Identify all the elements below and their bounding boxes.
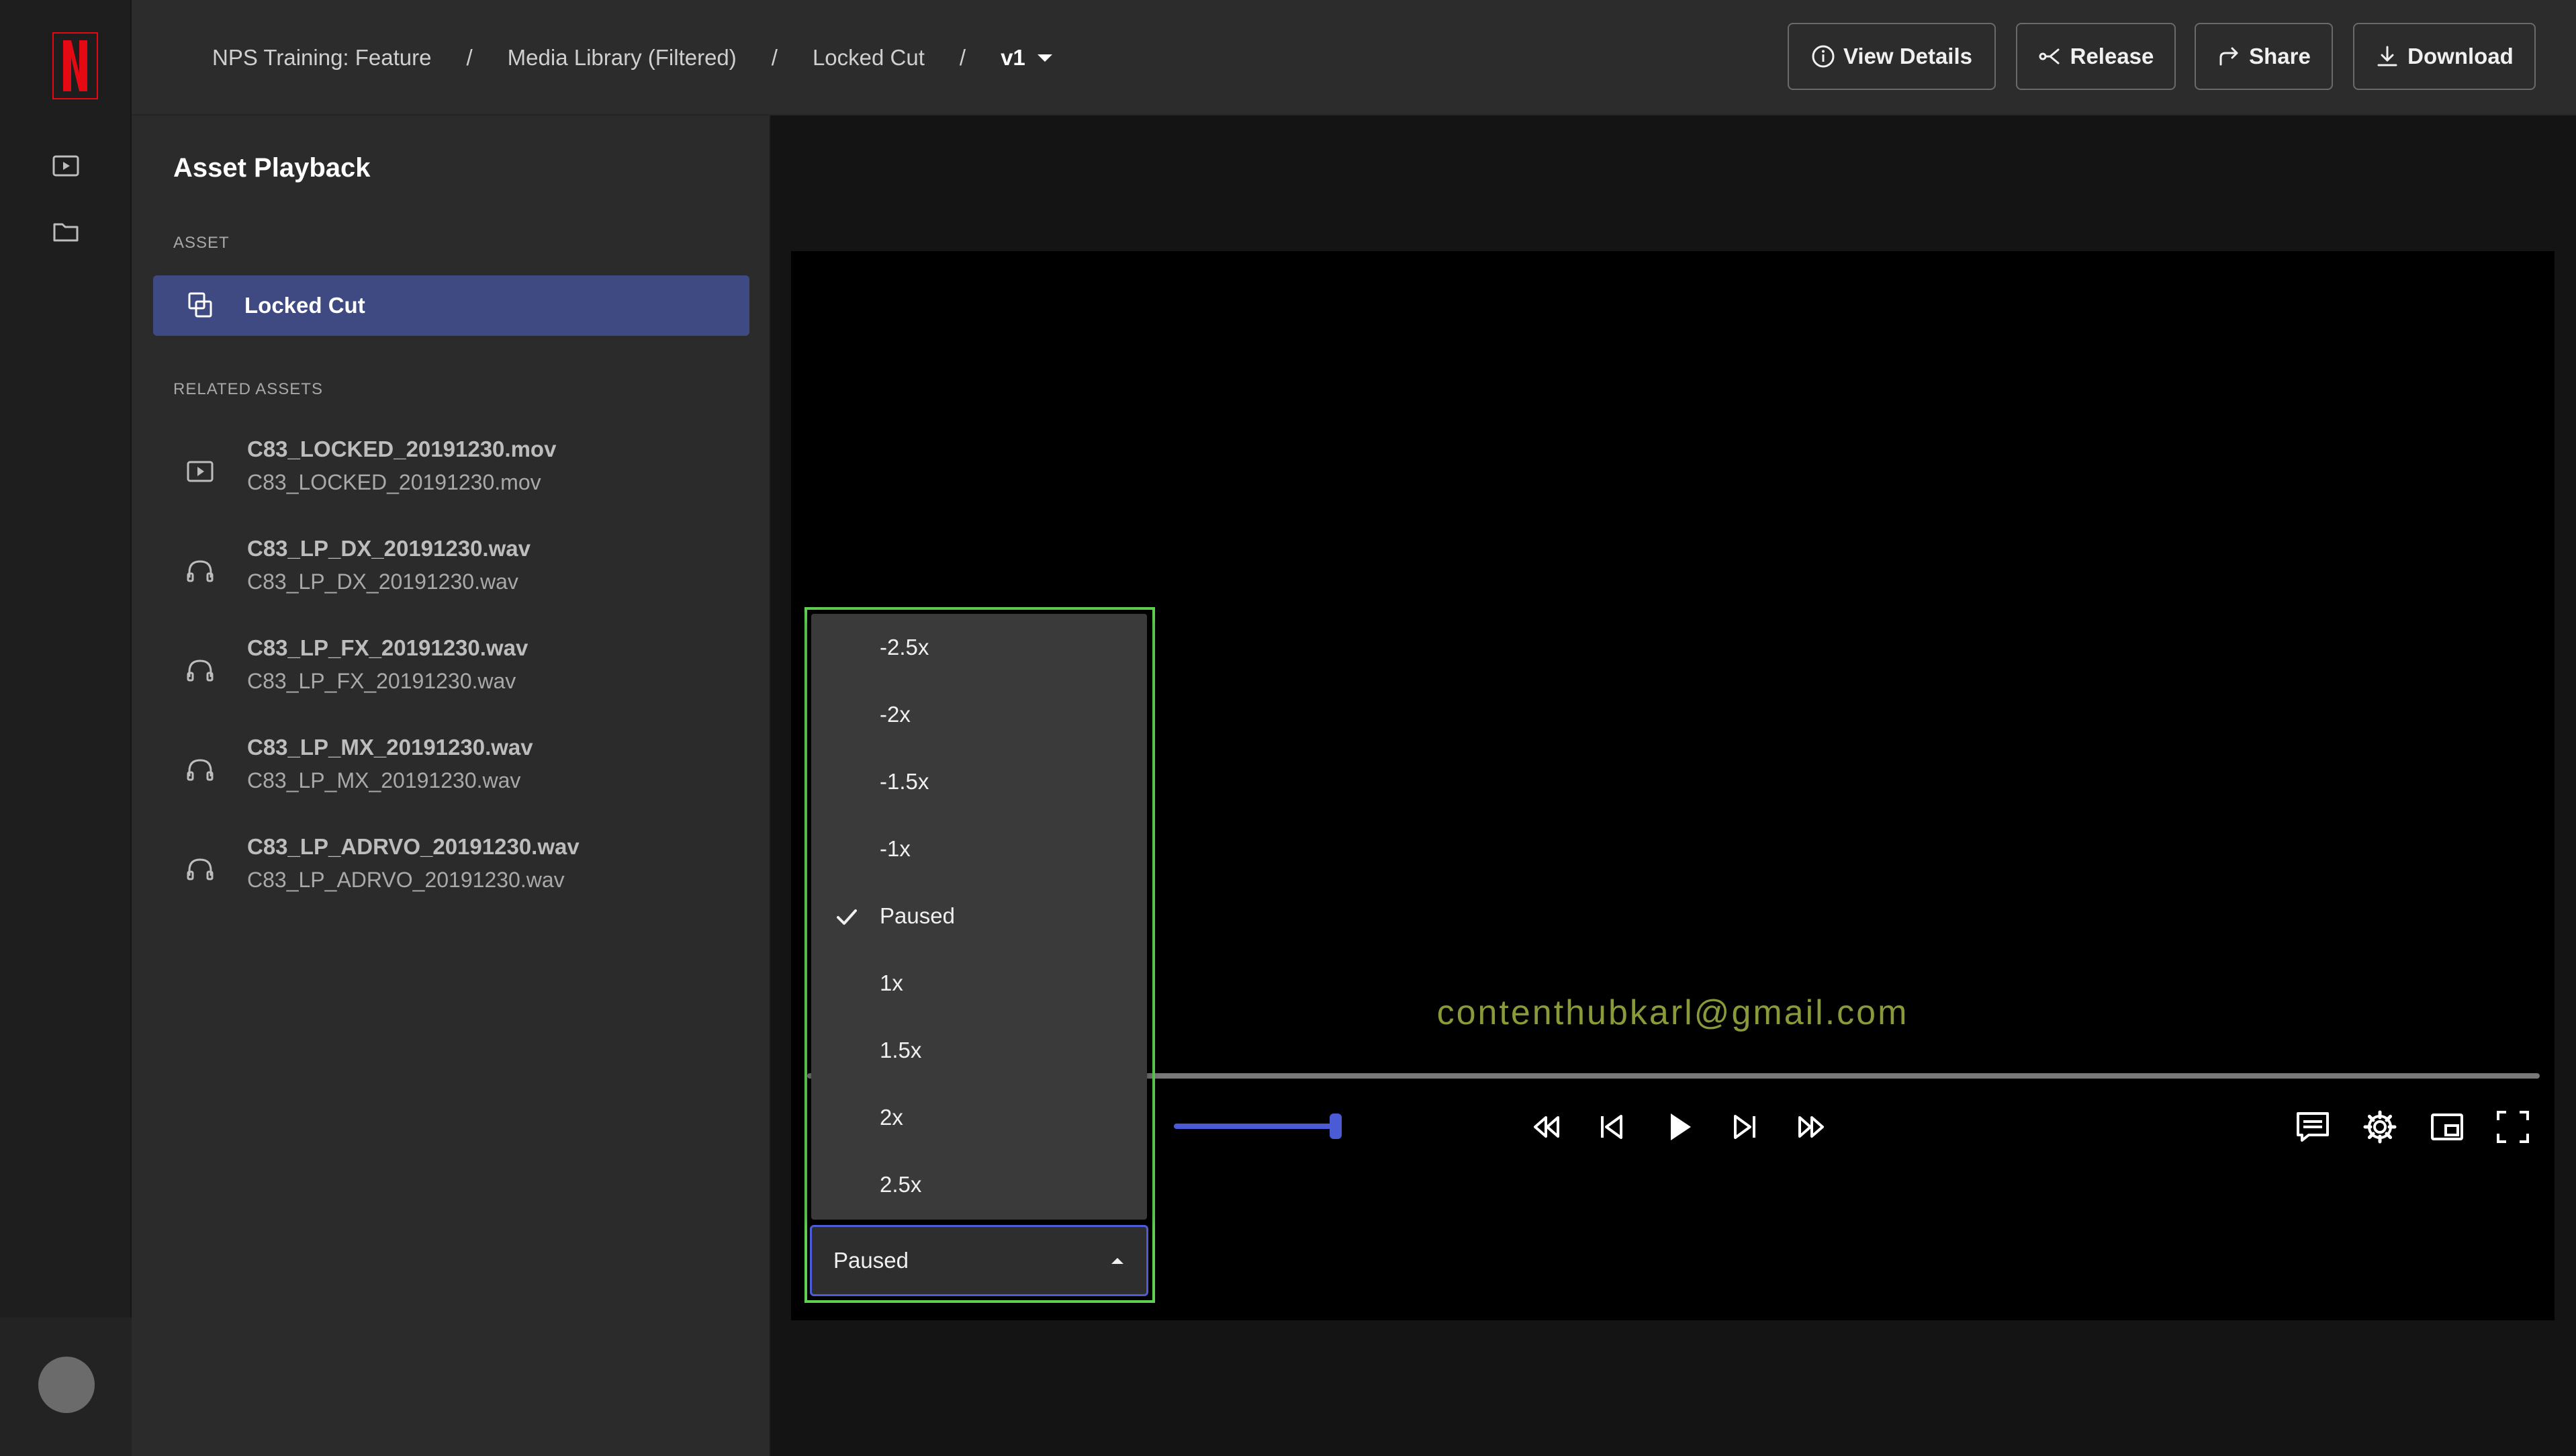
download-button[interactable]: Download [2353,23,2536,90]
speed-option-label: 1.5x [880,1038,922,1062]
fullscreen-button[interactable] [2493,1107,2533,1147]
player-nav-icon[interactable] [52,154,79,177]
release-label: Release [2070,44,2154,69]
breadcrumb: NPS Training: Feature / Media Library (F… [212,42,1052,74]
headphones-icon [187,858,214,880]
speed-option[interactable]: -2x [811,681,1147,748]
related-asset-file: C83_LOCKED_20191230.mov [247,470,541,494]
headphones-icon [187,759,214,781]
folder-nav-icon[interactable] [52,220,79,243]
speed-option-label: 2.5x [880,1172,922,1197]
picture-in-picture-icon [2431,1113,2463,1140]
avatar[interactable] [38,1357,95,1413]
related-asset-file: C83_LP_MX_20191230.wav [247,768,521,792]
speed-option[interactable]: 2x [811,1084,1147,1151]
volume-slider-handle[interactable] [1330,1113,1342,1139]
download-label: Download [2407,44,2514,69]
fast-forward-icon [1798,1116,1824,1138]
fullscreen-icon [2497,1111,2529,1143]
related-asset-name: C83_LP_DX_20191230.wav [247,536,531,561]
related-asset-name: C83_LOCKED_20191230.mov [247,437,557,461]
info-icon [1812,45,1835,68]
asset-panel: Asset Playback ASSET Locked Cut RELATED … [132,116,771,1456]
chevron-down-icon [1037,54,1052,62]
related-asset-item[interactable]: C83_LP_ADRVO_20191230.wav C83_LP_ADRVO_2… [153,829,749,909]
volume-slider[interactable] [1174,1124,1335,1129]
headphones-icon [187,659,214,682]
asset-section-label: ASSET [173,234,230,252]
speed-option[interactable]: 2.5x [811,1151,1147,1218]
speed-option-label: -2.5x [880,635,929,659]
related-asset-file: C83_LP_DX_20191230.wav [247,570,518,594]
speed-option[interactable]: -1x [811,815,1147,882]
release-button[interactable]: Release [2016,23,2176,90]
speed-option-label: -1.5x [880,769,929,794]
speed-menu: -2.5x -2x -1.5x -1x Paused 1x 1.5x 2x 2.… [811,614,1147,1220]
related-asset-name: C83_LP_MX_20191230.wav [247,735,533,760]
play-icon [1671,1113,1691,1140]
captions-icon [2297,1112,2329,1142]
chevron-up-icon [1111,1258,1123,1264]
share-button[interactable]: Share [2195,23,2333,90]
breadcrumb-separator: / [466,45,473,70]
related-asset-item[interactable]: C83_LP_FX_20191230.wav C83_LP_FX_2019123… [153,630,749,711]
app-rail [0,0,132,1456]
picture-in-picture-button[interactable] [2427,1107,2467,1147]
speed-option[interactable]: -1.5x [811,748,1147,815]
top-header: NPS Training: Feature / Media Library (F… [132,0,2576,116]
rewind-button[interactable] [1526,1107,1566,1147]
related-asset-file: C83_LP_ADRVO_20191230.wav [247,868,565,892]
rewind-icon [1534,1116,1559,1138]
breadcrumb-item-library[interactable]: Media Library (Filtered) [508,45,737,71]
selected-asset-item[interactable]: Locked Cut [153,275,749,336]
download-icon [2377,46,2397,66]
fast-forward-button[interactable] [1792,1107,1832,1147]
speed-option-label: 2x [880,1105,903,1130]
related-asset-file: C83_LP_FX_20191230.wav [247,669,516,693]
breadcrumb-item-project[interactable]: NPS Training: Feature [212,45,432,71]
share-label: Share [2249,44,2311,69]
version-selector[interactable]: v1 [1001,45,1052,71]
share-icon [2219,47,2238,66]
breadcrumb-item-asset[interactable]: Locked Cut [813,45,925,71]
related-asset-item[interactable]: C83_LOCKED_20191230.mov C83_LOCKED_20191… [153,431,749,512]
video-file-icon [187,461,214,482]
speed-option[interactable]: 1.5x [811,1017,1147,1084]
copy-icon [188,292,212,318]
related-asset-name: C83_LP_ADRVO_20191230.wav [247,834,580,859]
related-section-label: RELATED ASSETS [173,380,323,398]
settings-button[interactable] [2360,1107,2400,1147]
speed-option-label: -2x [880,702,911,727]
speed-option-label: -1x [880,836,911,861]
speed-option-label: Paused [880,903,955,928]
step-back-icon [1601,1115,1622,1139]
related-asset-item[interactable]: C83_LP_DX_20191230.wav C83_LP_DX_2019123… [153,531,749,611]
version-label: v1 [1001,45,1025,70]
speed-select[interactable]: Paused [810,1225,1148,1296]
user-area [0,1318,132,1456]
view-details-button[interactable]: View Details [1788,23,1996,90]
view-details-label: View Details [1843,44,1972,69]
release-icon [2039,48,2060,64]
play-button[interactable] [1659,1107,1699,1147]
step-forward-icon [1734,1115,1755,1139]
related-asset-name: C83_LP_FX_20191230.wav [247,635,528,660]
netflix-logo[interactable] [52,32,98,99]
selected-asset-label: Locked Cut [244,293,365,318]
check-icon [837,909,857,925]
gear-icon [2363,1110,2397,1144]
panel-title: Asset Playback [173,153,371,183]
step-back-button[interactable] [1592,1107,1632,1147]
captions-button[interactable] [2293,1107,2333,1147]
speed-option-label: 1x [880,970,903,995]
step-forward-button[interactable] [1724,1107,1765,1147]
breadcrumb-separator: / [771,45,778,70]
speed-option[interactable]: -2.5x [811,614,1147,681]
speed-option[interactable]: 1x [811,950,1147,1017]
speed-option-selected[interactable]: Paused [811,882,1147,950]
related-asset-item[interactable]: C83_LP_MX_20191230.wav C83_LP_MX_2019123… [153,729,749,810]
breadcrumb-separator: / [959,45,966,70]
headphones-icon [187,560,214,582]
speed-select-value: Paused [833,1248,909,1273]
